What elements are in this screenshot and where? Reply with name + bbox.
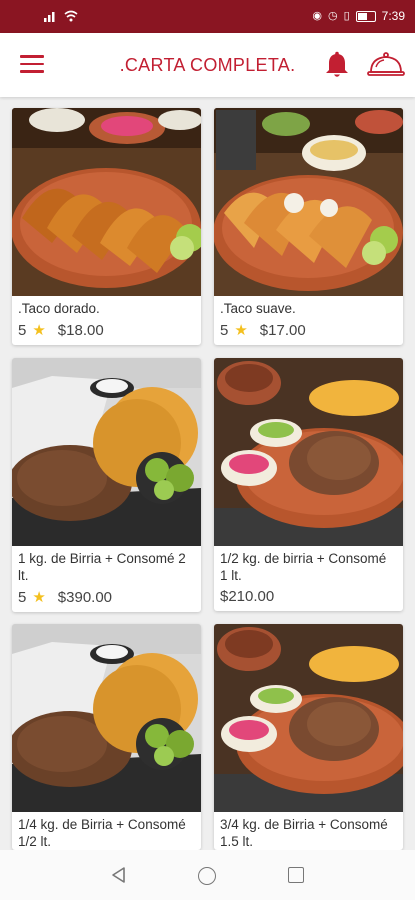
product-price: $18.00	[57, 321, 104, 339]
system-nav-bar	[0, 850, 415, 900]
cloche-icon[interactable]	[367, 51, 405, 79]
product-name: 1/4 kg. de Birria + Consomé 1/2 lt.	[18, 817, 186, 849]
wifi-icon	[64, 10, 78, 22]
alarm-icon: ◷	[327, 10, 338, 22]
product-name: 3/4 kg. de Birria + Consomé 1.5 lt.	[220, 817, 388, 849]
product-image	[12, 624, 201, 812]
product-price: $17.00	[259, 321, 306, 339]
page-title: .CARTA COMPLETA.	[119, 55, 296, 75]
product-meta: 5 ★ $17.00	[214, 317, 403, 345]
product-image	[12, 108, 201, 296]
product-price: $390.00	[57, 588, 113, 606]
product-rating: 5	[220, 321, 229, 339]
recents-icon[interactable]	[288, 867, 304, 883]
nfc-icon: ◉	[312, 10, 322, 22]
product-image	[214, 358, 403, 546]
product-name: 1 kg. de Birria + Consomé 2 lt.	[18, 551, 186, 583]
product-image	[214, 108, 403, 296]
back-icon[interactable]	[110, 866, 128, 884]
status-time: 7:39	[381, 9, 405, 23]
product-meta: $210.00	[214, 584, 403, 611]
product-card-taco-dorado[interactable]: .Taco dorado. 5 ★ $18.00	[12, 108, 201, 345]
product-meta: 5 ★ $18.00	[12, 317, 201, 345]
product-rating: 5	[18, 588, 27, 606]
product-meta: 5 ★ $390.00	[12, 584, 201, 612]
notification-bell-icon[interactable]	[324, 51, 350, 79]
status-bar: ◉ ◷ ▯ 7:39	[0, 0, 415, 33]
product-card-taco-suave[interactable]: .Taco suave. 5 ★ $17.00	[214, 108, 403, 345]
star-icon: ★	[32, 589, 46, 606]
product-card-1kg-birria[interactable]: 1 kg. de Birria + Consomé 2 lt. 5 ★ $390.…	[12, 358, 201, 612]
home-icon[interactable]	[198, 867, 216, 885]
product-name: 1/2 kg. de birria + Consomé 1 lt.	[220, 551, 387, 583]
product-card-quarter-kg-birria[interactable]: 1/4 kg. de Birria + Consomé 1/2 lt.	[12, 624, 201, 850]
star-icon: ★	[234, 322, 248, 339]
product-card-half-kg-birria[interactable]: 1/2 kg. de birria + Consomé 1 lt. $210.0…	[214, 358, 403, 611]
app-bar: .CARTA COMPLETA.	[0, 33, 415, 97]
product-name: .Taco suave.	[220, 301, 296, 316]
product-card-three-quarter-kg-birria[interactable]: 3/4 kg. de Birria + Consomé 1.5 lt.	[214, 624, 403, 850]
product-price: $210.00	[220, 588, 275, 605]
product-image	[12, 358, 201, 546]
product-rating: 5	[18, 321, 27, 339]
battery-icon	[355, 10, 376, 22]
signal-icon	[44, 12, 55, 22]
product-image	[214, 624, 403, 812]
star-icon: ★	[32, 322, 46, 339]
vibrate-icon: ▯	[343, 10, 350, 22]
product-name: .Taco dorado.	[18, 301, 100, 316]
